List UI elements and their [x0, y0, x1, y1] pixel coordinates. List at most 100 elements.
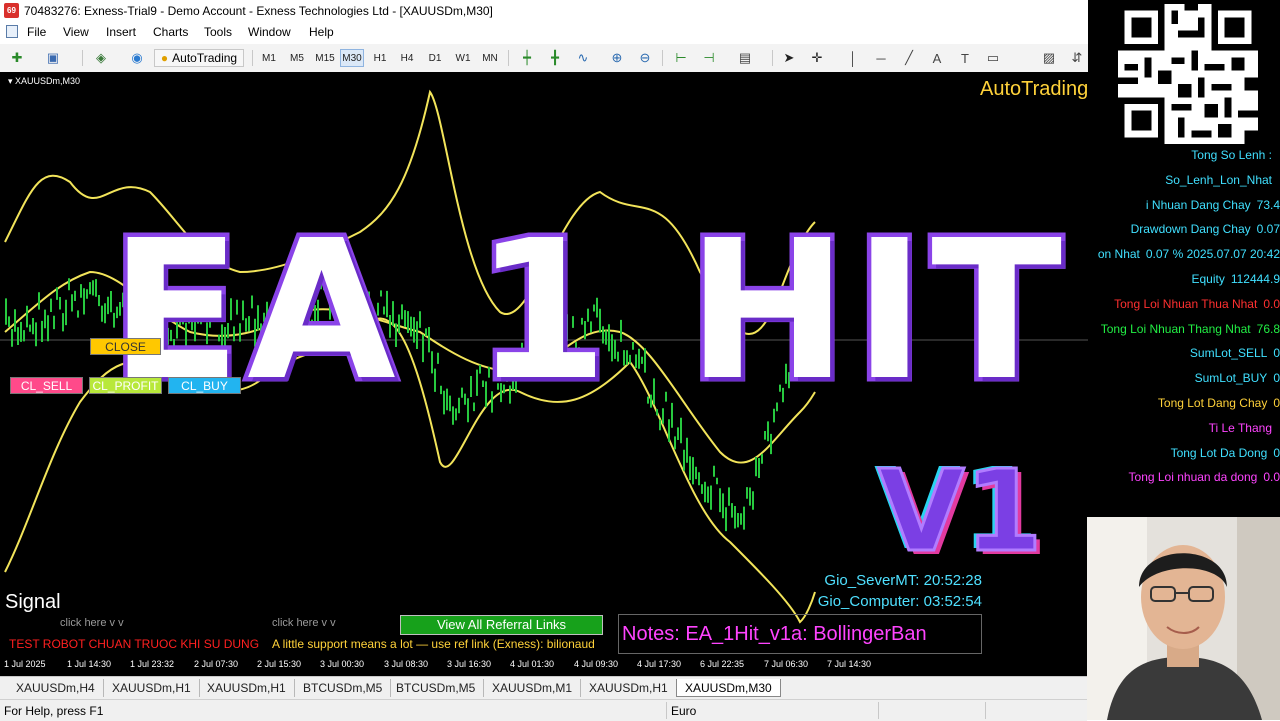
mt5-app-icon: 69: [4, 3, 19, 18]
tab-xauusdm-h1[interactable]: XAUUSDm,H1: [104, 679, 200, 697]
tab-btcusdm-m5[interactable]: BTCUSDm,M5: [388, 679, 485, 697]
timeframe-m15[interactable]: M15: [313, 49, 337, 67]
profiles-icon[interactable]: ▣: [44, 49, 62, 67]
toolbar-separator: [772, 50, 773, 66]
status-divider: [878, 702, 879, 719]
menu-view[interactable]: View: [63, 25, 89, 39]
stat-label: Equity: [1191, 272, 1225, 286]
templates-icon[interactable]: ▤: [736, 49, 754, 67]
zoom-out-icon[interactable]: ⊖: [636, 49, 654, 67]
market-watch-icon[interactable]: ◉: [128, 49, 146, 67]
cl-sell-button[interactable]: CL_SELL: [10, 377, 83, 394]
rectangle-icon[interactable]: ▭: [984, 49, 1002, 67]
autoscroll-icon[interactable]: ⊣: [700, 49, 718, 67]
status-divider: [985, 702, 986, 719]
menu-file[interactable]: File: [27, 25, 46, 39]
stat-value: 0.07 % 2025.07.07 20:42: [1145, 247, 1280, 262]
cl-buy-button[interactable]: CL_BUY: [168, 377, 241, 394]
notes-text: Notes: EA_1Hit_v1a: BollingerBan: [622, 623, 927, 645]
menu-tools[interactable]: Tools: [204, 25, 232, 39]
timeframe-d1[interactable]: D1: [423, 49, 447, 67]
presenter-photo: [1087, 517, 1280, 720]
timeframe-h1[interactable]: H1: [368, 49, 392, 67]
document-icon[interactable]: [6, 25, 18, 38]
line-chart-icon[interactable]: ∿: [574, 49, 592, 67]
time-label: 3 Jul 08:30: [384, 659, 429, 669]
menu-help[interactable]: Help: [309, 25, 334, 39]
time-label: 4 Jul 09:30: [574, 659, 619, 669]
timeframe-h4[interactable]: H4: [395, 49, 419, 67]
close-button[interactable]: CLOSE: [90, 338, 161, 355]
support-text: A little support means a lot — use ref l…: [272, 637, 595, 651]
stat-value: 0.0: [1263, 296, 1280, 311]
new-order-icon[interactable]: ✚: [8, 49, 26, 67]
tab-xauusdm-h1[interactable]: XAUUSDm,H1: [199, 679, 295, 697]
stat-label: Tong Lot Dang Chay: [1157, 396, 1268, 410]
bar-chart-icon[interactable]: ┿: [518, 49, 536, 67]
webcam-overlay: [1087, 517, 1280, 720]
version-overlay: V1: [877, 447, 1045, 577]
fibonacci-icon[interactable]: A: [928, 49, 946, 67]
zoom-in-icon[interactable]: ⊕: [608, 49, 626, 67]
stat-label: Ti Le Thang: [1208, 420, 1272, 435]
time-label: 2 Jul 15:30: [257, 659, 302, 669]
cursor-icon[interactable]: ➤: [780, 49, 798, 67]
horizontal-line-icon[interactable]: ─: [872, 49, 890, 67]
view-referral-links-button[interactable]: View All Referral Links: [400, 615, 603, 635]
tab-xauusdm-h1[interactable]: XAUUSDm,H1: [581, 679, 677, 697]
menu-charts[interactable]: Charts: [153, 25, 188, 39]
stat-label: Tong Lot Da Dong: [1170, 445, 1268, 460]
time-label: 3 Jul 16:30: [447, 659, 492, 669]
toolbar-separator: [508, 50, 509, 66]
timeframe-m1[interactable]: M1: [257, 49, 281, 67]
stat-label: Tong Loi Nhuan Thua Nhat: [1114, 296, 1258, 311]
ea-title-overlay: EA 1 HIT: [105, 200, 1069, 423]
stat-value: 0: [1273, 396, 1280, 410]
click-here-link[interactable]: click here v v: [272, 617, 336, 629]
tab-btcusdm-m5[interactable]: BTCUSDm,M5: [295, 679, 392, 697]
trendline-icon[interactable]: ╱: [900, 49, 918, 67]
cl-profit-button[interactable]: CL_PROFIT: [89, 377, 162, 394]
time-label: 1 Jul 14:30: [67, 659, 112, 669]
timeframe-w1[interactable]: W1: [451, 49, 475, 67]
stat-label: SumLot_BUY: [1194, 371, 1268, 386]
stat-label: So_Lenh_Lon_Nhat: [1165, 172, 1272, 187]
stat-value: 73.4: [1256, 197, 1280, 212]
time-label: 7 Jul 14:30: [827, 659, 872, 669]
text-label-icon[interactable]: T: [956, 49, 974, 67]
time-label: 1 Jul 2025: [4, 659, 46, 669]
time-label: 6 Jul 22:35: [700, 659, 745, 669]
timeframe-mn[interactable]: MN: [478, 49, 502, 67]
channel-icon[interactable]: ▨: [1040, 49, 1058, 67]
stat-label: Tong So Lenh :: [1191, 148, 1272, 162]
autotrading-label: AutoTrading: [172, 51, 238, 65]
crosshair-icon[interactable]: ✛: [808, 49, 826, 67]
timeframe-m5[interactable]: M5: [285, 49, 309, 67]
time-axis: 1 Jul 2025 1 Jul 14:30 1 Jul 23:32 2 Jul…: [0, 656, 1088, 676]
vertical-line-icon[interactable]: │: [844, 49, 862, 67]
stat-label: SumLot_SELL: [1189, 346, 1268, 361]
tab-xauusdm-m1[interactable]: XAUUSDm,M1: [484, 679, 582, 697]
menu-insert[interactable]: Insert: [106, 25, 136, 39]
autotrading-button[interactable]: ● AutoTrading: [154, 49, 244, 67]
timeframe-m30[interactable]: M30: [340, 49, 364, 67]
stat-value: 0: [1273, 445, 1280, 460]
stat-value: 0: [1273, 346, 1280, 361]
chart-autotrading-label: AutoTrading: [980, 78, 1088, 100]
stat-value: 76.8: [1256, 321, 1280, 336]
candlestick-icon[interactable]: ╋: [546, 49, 564, 67]
tab-xauusdm-m30[interactable]: XAUUSDm,M30: [676, 679, 781, 697]
status-bar: For Help, press F1 Euro: [0, 699, 1087, 721]
strategy-tester-icon[interactable]: ◈: [92, 49, 110, 67]
shapes-icon[interactable]: ⇵: [1068, 49, 1086, 67]
time-label: 4 Jul 17:30: [637, 659, 682, 669]
test-robot-notice: TEST ROBOT CHUAN TRUOC KHI SU DUNG: [9, 637, 260, 651]
window-title: 70483276: Exness-Trial9 - Demo Account -…: [24, 4, 493, 18]
chart-shift-icon[interactable]: ⊢: [672, 49, 690, 67]
chart-area[interactable]: ▾ XAUUSDm,M30 AutoTrading EA 1 HIT V1 CL…: [0, 72, 1088, 656]
click-here-link[interactable]: click here v v: [60, 617, 124, 629]
tab-xauusdm-h4[interactable]: XAUUSDm,H4: [8, 679, 104, 697]
menu-window[interactable]: Window: [248, 25, 291, 39]
computer-time: Gio_Computer: 03:52:54: [817, 593, 982, 610]
qr-code: [1118, 4, 1258, 144]
